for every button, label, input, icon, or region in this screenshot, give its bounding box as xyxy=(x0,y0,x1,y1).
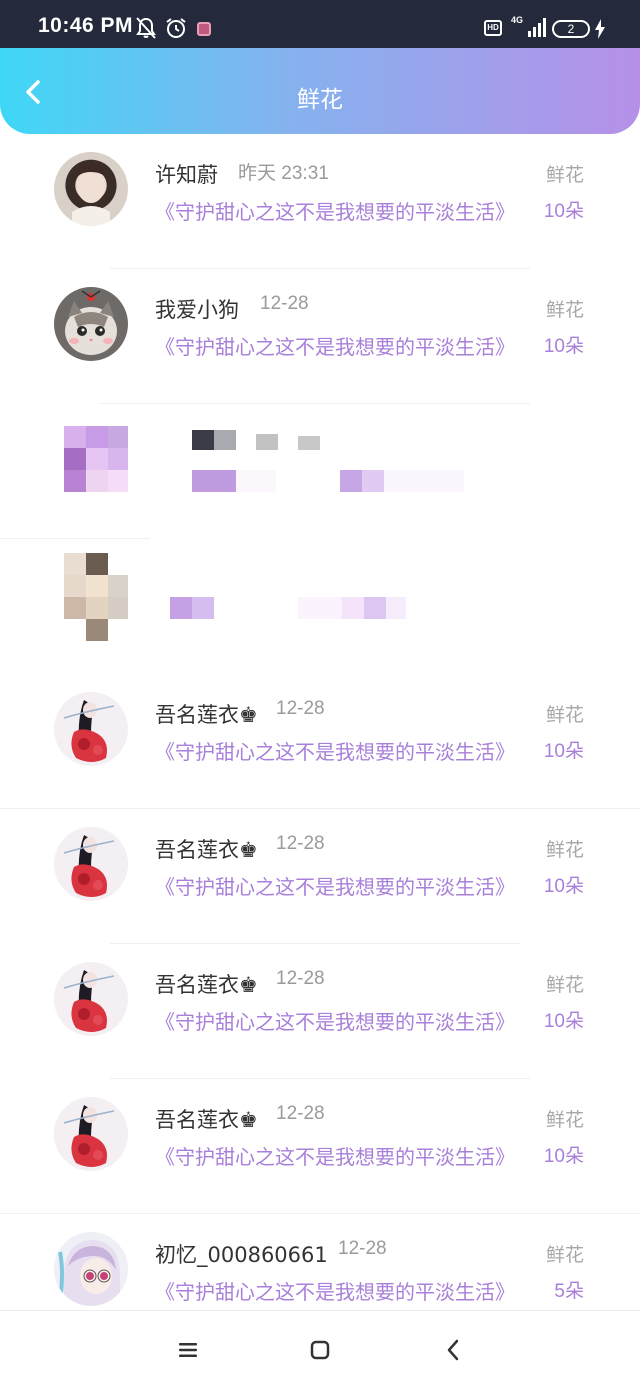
list-item[interactable]: 吾名莲衣♚ 12-28 鲜花 《守护甜心之这不是我想要的平淡生活》 10朵 xyxy=(0,944,640,1079)
book-title[interactable]: 《守护甜心之这不是我想要的平淡生活》 xyxy=(155,871,531,900)
anime-girl-avatar[interactable] xyxy=(54,1097,128,1171)
user-name: 吾名莲衣♚ xyxy=(155,838,258,862)
list-item[interactable]: 初忆_000860661 12-28 鲜花 《守护甜心之这不是我想要的平淡生活》… xyxy=(0,1214,640,1310)
book-title[interactable]: 《守护甜心之这不是我想要的平淡生活》 xyxy=(155,736,531,765)
timestamp: 12-28 xyxy=(276,833,325,854)
timestamp: 12-28 xyxy=(338,1238,387,1259)
flower-count: 5朵 xyxy=(554,1281,584,1302)
redacted-list-item[interactable] xyxy=(0,539,640,674)
gift-type: 鲜花 xyxy=(545,1109,584,1131)
timestamp: 12-28 xyxy=(276,968,325,989)
timestamp: 12-28 xyxy=(276,698,325,719)
page-title: 鲜花 xyxy=(297,87,343,113)
cat-avatar[interactable] xyxy=(54,287,128,361)
redacted-avatar xyxy=(64,426,128,492)
flower-count: 10朵 xyxy=(543,1011,584,1032)
anime-girl-avatar[interactable] xyxy=(54,827,128,901)
list-item[interactable]: 吾名莲衣♚ 12-28 鲜花 《守护甜心之这不是我想要的平淡生活》 10朵 xyxy=(0,809,640,944)
user-name: 吾名莲衣♚ xyxy=(155,973,258,997)
charging-icon xyxy=(595,19,605,39)
anime-girl-glasses-avatar[interactable] xyxy=(54,1232,128,1306)
redacted-list-item[interactable] xyxy=(0,404,640,539)
user-name: 我爱小狗 xyxy=(155,298,239,322)
flower-count: 10朵 xyxy=(543,1146,584,1167)
user-name: 初忆_000860661 xyxy=(155,1243,328,1267)
status-time: 10:46 PM xyxy=(38,14,134,37)
gift-type: 鲜花 xyxy=(545,299,584,321)
app-notification-icon xyxy=(197,22,211,36)
gift-type: 鲜花 xyxy=(545,164,584,186)
book-title[interactable]: 《守护甜心之这不是我想要的平淡生活》 xyxy=(155,1276,531,1305)
gift-type: 鲜花 xyxy=(545,1244,584,1266)
list-item[interactable]: 我爱小狗 12-28 鲜花 《守护甜心之这不是我想要的平淡生活》 10朵 xyxy=(0,269,640,404)
timestamp: 12-28 xyxy=(260,293,309,314)
book-title[interactable]: 《守护甜心之这不是我想要的平淡生活》 xyxy=(155,1006,531,1035)
timestamp: 昨天 23:31 xyxy=(238,163,329,184)
book-title[interactable]: 《守护甜心之这不是我想要的平淡生活》 xyxy=(155,1141,531,1170)
flower-count: 10朵 xyxy=(543,876,584,897)
woman-avatar[interactable] xyxy=(54,152,128,226)
gift-type: 鲜花 xyxy=(545,974,584,996)
signal-icon xyxy=(528,18,546,37)
gift-type: 鲜花 xyxy=(545,839,584,861)
alarm-icon xyxy=(166,18,186,38)
timestamp: 12-28 xyxy=(276,1103,325,1124)
flower-count: 10朵 xyxy=(543,336,584,357)
system-nav-bar xyxy=(0,1310,640,1387)
book-title[interactable]: 《守护甜心之这不是我想要的平淡生活》 xyxy=(155,331,531,360)
hd-icon: HD xyxy=(484,20,502,36)
back-icon[interactable] xyxy=(440,1336,468,1364)
list-item[interactable]: 吾名莲衣♚ 12-28 鲜花 《守护甜心之这不是我想要的平淡生活》 10朵 xyxy=(0,674,640,809)
header-bar: 鲜花 xyxy=(0,48,640,134)
flower-count: 10朵 xyxy=(543,741,584,762)
anime-girl-avatar[interactable] xyxy=(54,962,128,1036)
book-title[interactable]: 《守护甜心之这不是我想要的平淡生活》 xyxy=(155,196,531,225)
gift-type: 鲜花 xyxy=(545,704,584,726)
home-icon[interactable] xyxy=(306,1336,334,1364)
bell-muted-icon xyxy=(136,17,156,39)
list-item[interactable]: 许知蔚 昨天 23:31 鲜花 《守护甜心之这不是我想要的平淡生活》 10朵 xyxy=(0,134,640,269)
battery-icon: 2 xyxy=(552,20,590,38)
menu-icon[interactable] xyxy=(174,1336,202,1364)
redacted-avatar xyxy=(64,553,128,641)
list-item[interactable]: 吾名莲衣♚ 12-28 鲜花 《守护甜心之这不是我想要的平淡生活》 10朵 xyxy=(0,1079,640,1214)
flower-count: 10朵 xyxy=(543,201,584,222)
gift-list: 许知蔚 昨天 23:31 鲜花 《守护甜心之这不是我想要的平淡生活》 10朵 我… xyxy=(0,134,640,1310)
anime-girl-avatar[interactable] xyxy=(54,692,128,766)
user-name: 吾名莲衣♚ xyxy=(155,1108,258,1132)
user-name: 吾名莲衣♚ xyxy=(155,703,258,727)
user-name: 许知蔚 xyxy=(155,163,218,187)
